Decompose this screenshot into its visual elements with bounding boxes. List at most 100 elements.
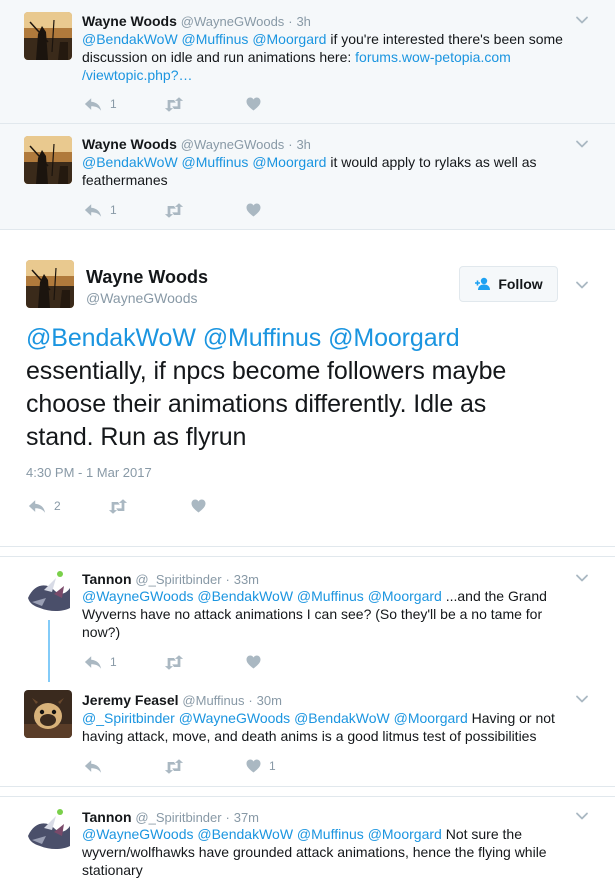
tweet-header: Jeremy Feasel @Muffinus · 30m	[82, 691, 282, 710]
author-name[interactable]: Wayne Woods	[82, 13, 177, 29]
mention[interactable]: @BendakWoW	[294, 710, 390, 726]
separator: ·	[288, 137, 293, 152]
tweet-actions: 2	[28, 497, 288, 515]
tweet-time[interactable]: 37m	[234, 810, 259, 825]
avatar[interactable]	[24, 568, 72, 616]
tweet-body-line: stand. Run as flyrun	[26, 423, 247, 451]
heart-icon	[246, 203, 261, 217]
avatar[interactable]	[26, 260, 74, 308]
like-button[interactable]	[246, 201, 261, 219]
reply-button[interactable]: 2	[28, 497, 61, 515]
mention[interactable]: @WayneGWoods	[82, 588, 193, 604]
retweet-button[interactable]	[108, 497, 128, 515]
reply-icon	[84, 759, 102, 774]
tweet-time[interactable]: 3h	[296, 14, 310, 29]
like-button[interactable]	[191, 497, 206, 515]
author-name[interactable]: Wayne Woods	[82, 136, 177, 152]
mention[interactable]: @WayneGWoods	[82, 826, 193, 842]
ancestor-tweet[interactable]: Wayne Woods @WayneGWoods · 3h @BendakWoW…	[0, 0, 615, 124]
reply-button[interactable]: 1	[84, 653, 117, 671]
tweet-time[interactable]: 30m	[257, 693, 282, 708]
chevron-down-icon[interactable]	[575, 278, 589, 292]
reply-count: 1	[110, 655, 117, 669]
retweet-button[interactable]	[164, 95, 184, 113]
mention[interactable]: @Muffinus	[203, 324, 322, 352]
author-name[interactable]: Tannon	[82, 809, 132, 825]
mention[interactable]: @Muffinus	[182, 154, 249, 170]
avatar[interactable]	[24, 136, 72, 184]
separator: ·	[225, 810, 230, 825]
author-handle[interactable]: @_Spiritbinder	[135, 810, 221, 825]
chevron-down-icon[interactable]	[575, 571, 589, 585]
reply-button[interactable]: 1	[84, 201, 117, 219]
tweet-time[interactable]: 3h	[296, 137, 310, 152]
tweet-text: @BendakWoW @Muffinus @Moorgard if you're…	[82, 30, 582, 84]
mention[interactable]: @Moorgard	[394, 710, 468, 726]
section-divider	[0, 546, 615, 547]
avatar[interactable]	[24, 690, 72, 738]
mention[interactable]: @Muffinus	[297, 826, 364, 842]
mention[interactable]: @Muffinus	[182, 31, 249, 47]
chevron-down-icon[interactable]	[575, 13, 589, 27]
separator: ·	[225, 572, 230, 587]
like-button[interactable]	[246, 653, 261, 671]
mention[interactable]: @BendakWoW	[197, 826, 293, 842]
like-button[interactable]: 1	[246, 757, 276, 775]
reply-count: 1	[110, 203, 117, 217]
mention[interactable]: @Moorgard	[368, 588, 442, 604]
author-name[interactable]: Jeremy Feasel	[82, 692, 179, 708]
retweet-button[interactable]	[164, 201, 184, 219]
tweet-body: stationary	[82, 862, 143, 878]
ancestor-tweet[interactable]: Wayne Woods @WayneGWoods · 3h @BendakWoW…	[0, 124, 615, 230]
mention[interactable]: @BendakWoW	[197, 588, 293, 604]
mention[interactable]: @BendakWoW	[26, 324, 196, 352]
tweet-actions: 1	[84, 757, 344, 775]
author-handle[interactable]: @WayneGWoods	[86, 290, 197, 306]
author-handle[interactable]: @WayneGWoods	[181, 137, 285, 152]
mention[interactable]: @_Spiritbinder	[82, 710, 175, 726]
mention[interactable]: @Moorgard	[328, 324, 460, 352]
avatar[interactable]	[24, 806, 72, 854]
avatar[interactable]	[24, 12, 72, 60]
mention[interactable]: @Moorgard	[368, 826, 442, 842]
tweet-text: @WayneGWoods @BendakWoW @Muffinus @Moorg…	[82, 825, 582, 879]
retweet-icon	[108, 499, 128, 514]
follow-button[interactable]: Follow	[459, 266, 558, 302]
reply-button[interactable]	[84, 757, 102, 775]
chevron-down-icon[interactable]	[575, 809, 589, 823]
tweet-text: @WayneGWoods @BendakWoW @Muffinus @Moorg…	[82, 587, 582, 641]
reply-icon	[84, 203, 102, 218]
tweet-link-path[interactable]: /viewtopic.php?…	[82, 67, 193, 83]
heart-icon	[246, 97, 261, 111]
retweet-button[interactable]	[164, 757, 184, 775]
thread-connector	[48, 620, 50, 682]
author-handle[interactable]: @WayneGWoods	[181, 14, 285, 29]
author-name[interactable]: Wayne Woods	[86, 266, 208, 288]
chevron-down-icon[interactable]	[575, 137, 589, 151]
add-user-icon	[475, 277, 491, 290]
reply-count: 2	[54, 499, 61, 513]
tweet-text: @BendakWoW @Muffinus @Moorgard it would …	[82, 153, 582, 189]
reply-button[interactable]: 1	[84, 95, 117, 113]
chevron-down-icon[interactable]	[575, 692, 589, 706]
tweet-actions: 1	[84, 653, 344, 671]
mention[interactable]: @Muffinus	[297, 588, 364, 604]
retweet-icon	[164, 759, 184, 774]
tweet-body-line: choose their animations differently. Idl…	[26, 390, 487, 418]
retweet-button[interactable]	[164, 653, 184, 671]
tweet-text: @BendakWoW @Muffinus @Moorgard essential…	[26, 322, 586, 454]
tweet-link[interactable]: forums.wow-petopia.com	[355, 49, 511, 65]
mention[interactable]: @BendakWoW	[82, 31, 178, 47]
author-handle[interactable]: @_Spiritbinder	[135, 572, 221, 587]
mention[interactable]: @Moorgard	[252, 154, 326, 170]
mention[interactable]: @WayneGWoods	[179, 710, 290, 726]
mention[interactable]: @BendakWoW	[82, 154, 178, 170]
tweet-header: Wayne Woods @WayneGWoods · 3h	[82, 12, 311, 31]
like-button[interactable]	[246, 95, 261, 113]
mention[interactable]: @Moorgard	[252, 31, 326, 47]
tweet-time[interactable]: 33m	[234, 572, 259, 587]
tweet-timestamp[interactable]: 4:30 PM - 1 Mar 2017	[26, 465, 152, 480]
author-handle[interactable]: @Muffinus	[182, 693, 244, 708]
author-name[interactable]: Tannon	[82, 571, 132, 587]
tweet-body: wyvern/wolfhawks have grounded attack an…	[82, 844, 547, 860]
